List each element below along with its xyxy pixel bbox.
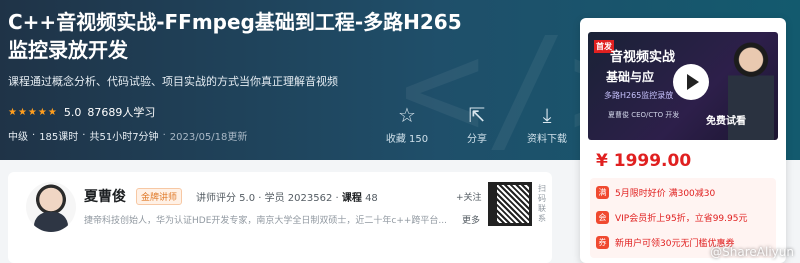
download-label: 资料下载 — [527, 134, 567, 145]
course-count: 48 — [365, 193, 378, 204]
teacher-description: 捷帝科技创始人，华为认证HDE开发专家，南京大学全日制双硕士，近二十年c++跨平… — [84, 216, 447, 226]
teacher-avatar[interactable] — [26, 182, 76, 232]
share-button[interactable]: ⇱ 分享 — [455, 104, 499, 145]
thumb-title-line2: 基础与应 — [606, 70, 655, 84]
course-meta: 中级 · 185课时 · 共51小时7分钟 · 2023/05/18更新 — [8, 128, 247, 143]
meta-separator: · — [162, 130, 166, 141]
watermark: @ShareAliyun — [710, 245, 794, 259]
discount-icon: 满 — [596, 186, 609, 199]
teacher-stats: 讲师评分 5.0 · 学员 2023562 · 课程 48 — [196, 189, 378, 204]
coupon-icon: 券 — [596, 236, 609, 249]
course-actions: ☆ 收藏 150 ⇱ 分享 ⤓ 资料下载 — [385, 104, 569, 145]
teacher-rating-students: 讲师评分 5.0 · 学员 2023562 · — [196, 193, 342, 204]
thumb-subtitle: 多路H265监控录放 — [604, 91, 674, 100]
course-subtitle: 课程通过概念分析、代码试验、项目实战的方式当你真正理解音视频 — [8, 75, 338, 88]
thumb-title-line1: 音视频实战 — [610, 50, 676, 65]
rating-row: ★★★★★ 5.0 87689人学习 — [8, 104, 155, 120]
teacher-badge: 金牌讲师 — [136, 188, 183, 205]
meta-separator: · — [82, 130, 86, 141]
promo-item[interactable]: 会 VIP会员折上95折，立省99.95元 — [596, 211, 747, 224]
rating-stars-icon: ★★★★★ — [8, 106, 58, 118]
follow-button[interactable]: +关注 — [456, 190, 482, 203]
update-date: 2023/05/18更新 — [169, 132, 248, 143]
qr-caption: 扫码联系 — [538, 184, 546, 223]
course-count-label: 课程 — [341, 193, 362, 204]
play-icon[interactable] — [673, 64, 709, 100]
thumb-author: 夏曹俊 CEO/CTO 开发 — [608, 111, 680, 119]
free-preview-label[interactable]: 免费试看 — [706, 112, 746, 127]
promo-text: 5月限时好价 满300减30 — [615, 189, 716, 199]
teacher-name[interactable]: 夏曹俊 — [84, 186, 126, 206]
qr-code — [488, 182, 532, 226]
lesson-count: 185课时 — [39, 132, 79, 143]
teacher-card: 夏曹俊 金牌讲师 讲师评分 5.0 · 学员 2023562 · 课程 48 +… — [8, 172, 552, 263]
rating-value: 5.0 — [63, 105, 82, 119]
course-price: ¥ 1999.00 — [596, 151, 692, 171]
learner-count: 87689人学习 — [87, 106, 156, 119]
promo-item[interactable]: 满 5月限时好价 满300减30 — [596, 186, 715, 199]
favorite-label: 收藏 150 — [385, 134, 429, 145]
download-materials-button[interactable]: ⤓ 资料下载 — [525, 104, 569, 145]
vip-icon: 会 — [596, 211, 609, 224]
promo-text: VIP会员折上95折，立省99.95元 — [615, 214, 748, 224]
download-icon: ⤓ — [542, 103, 552, 127]
star-icon: ☆ — [398, 103, 416, 127]
favorite-button[interactable]: ☆ 收藏 150 — [385, 104, 429, 145]
meta-separator: · — [32, 130, 36, 141]
purchase-sidebar: 首发 音视频实战 基础与应 多路H265监控录放 夏曹俊 CEO/CTO 开发 … — [580, 18, 786, 263]
share-icon: ⇱ — [468, 103, 486, 127]
share-label: 分享 — [467, 134, 487, 145]
more-link[interactable]: 更多 — [462, 213, 480, 226]
course-duration: 共51小时7分钟 — [89, 132, 159, 143]
course-preview-thumbnail[interactable]: 首发 音视频实战 基础与应 多路H265监控录放 夏曹俊 CEO/CTO 开发 … — [588, 32, 778, 140]
course-title: C++音视频实战-FFmpeg基础到工程-多路H265监控录放开发 — [8, 10, 462, 62]
course-level: 中级 — [8, 132, 28, 143]
